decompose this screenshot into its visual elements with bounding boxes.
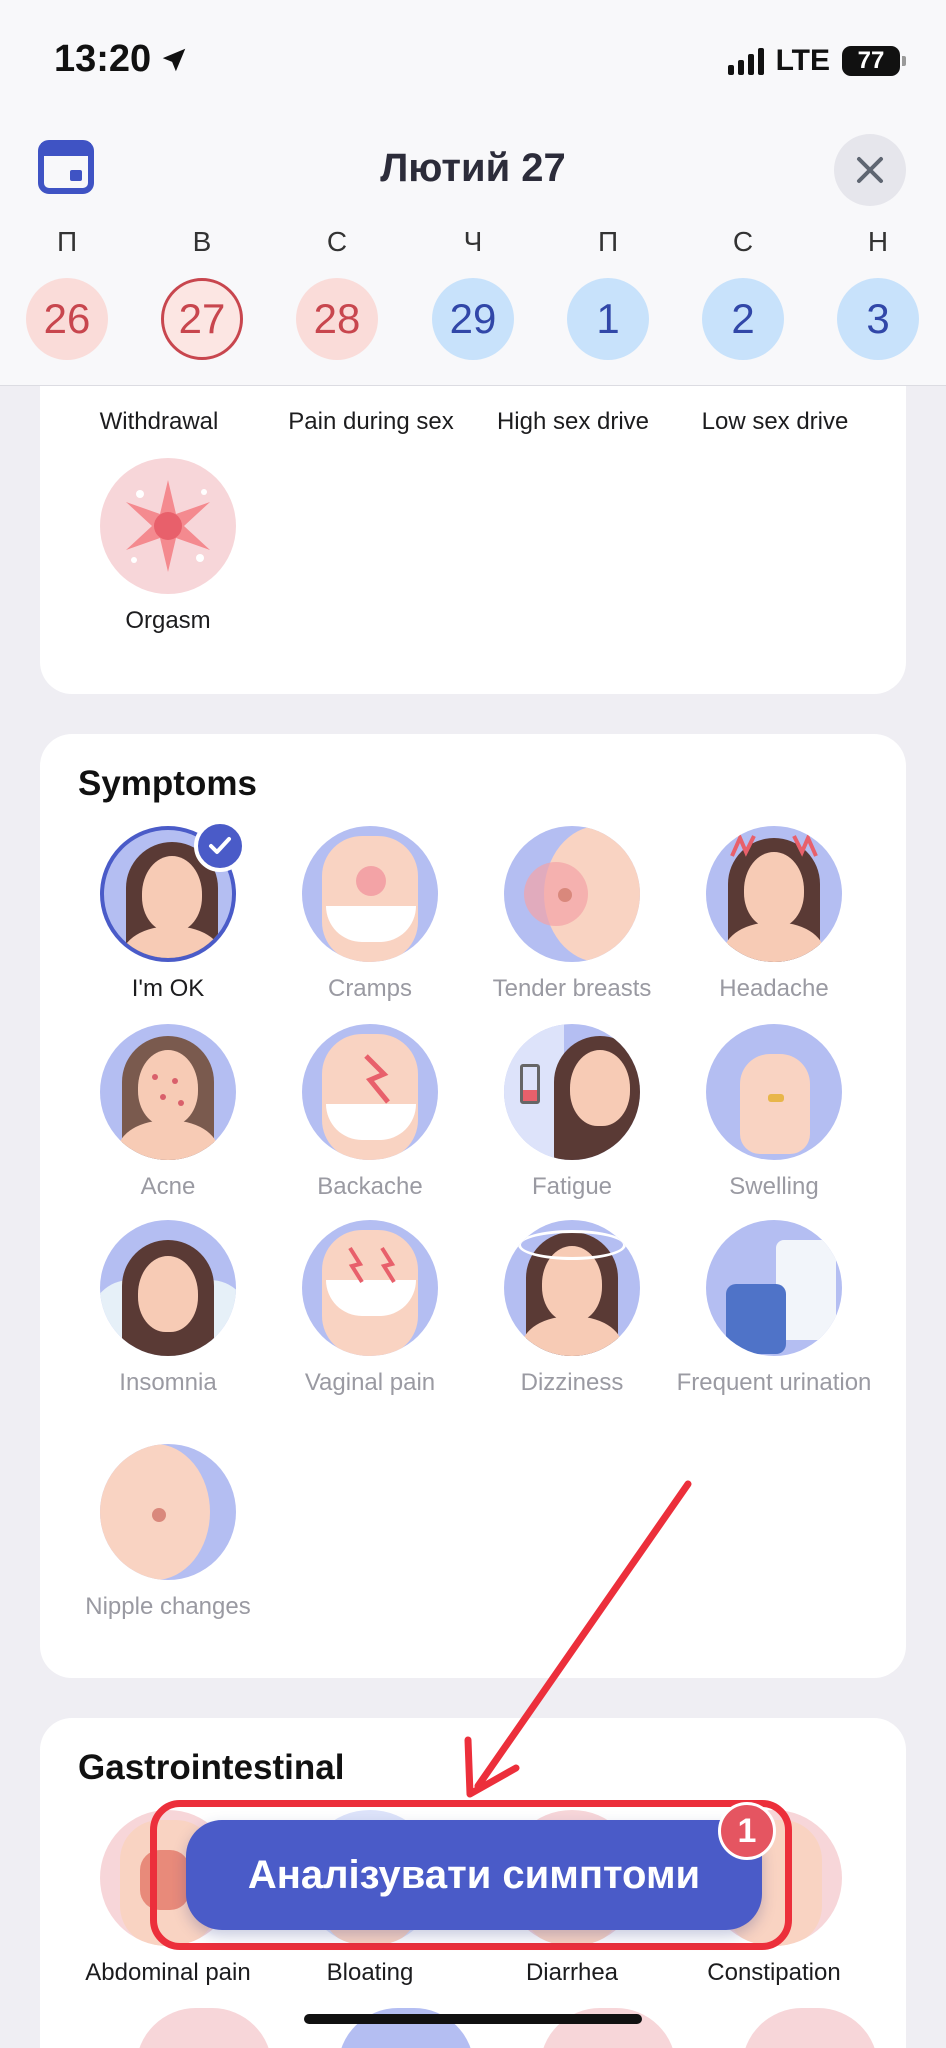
symptom-label: Frequent urination [676,1369,872,1396]
day-29[interactable]: Ч 29 [428,226,518,360]
close-icon [857,157,883,183]
battery-level: 77 [857,47,885,74]
weekday-label: С [326,226,348,257]
status-bar: 13:20 LTE 77 [0,0,946,120]
gastro-title: Gastrointestinal [78,1748,345,1787]
headache-icon [706,826,842,962]
symptom-label: Headache [719,975,829,1002]
vaginal-pain-icon [302,1220,438,1356]
day-27[interactable]: В 27 [157,226,247,360]
day-3[interactable]: Н 3 [833,226,923,360]
symptom-nipple-changes[interactable]: Nipple changes [68,1444,268,1621]
symptom-vaginal-pain[interactable]: Vaginal pain [270,1220,470,1397]
symptom-tender-breasts[interactable]: Tender breasts [472,826,672,1003]
backache-icon [302,1024,438,1160]
symptoms-card: Symptoms I'm OK Cramps Tender breasts He… [40,734,906,1678]
option-label: Orgasm [125,607,211,634]
day-1[interactable]: П 1 [563,226,653,360]
gastro-label: Diarrhea [525,1959,619,1986]
symptom-label: Fatigue [531,1173,613,1200]
symptom-label: I'm OK [131,975,205,1002]
day-number-selected: 27 [161,278,243,360]
swelling-hand-icon [706,1024,842,1160]
weekday-label: П [56,226,78,257]
option-pain-during-sex[interactable]: Pain during sex [266,408,476,436]
nipple-icon [100,1444,236,1580]
dizziness-icon [504,1220,640,1356]
symptom-insomnia[interactable]: Insomnia [68,1220,268,1397]
option-withdrawal[interactable]: Withdrawal [54,408,264,436]
toilet-icon [706,1220,842,1356]
symptom-headache[interactable]: Headache [674,826,874,1003]
clock-text: 13:20 [54,38,152,80]
symptom-label: Tender breasts [492,975,652,1002]
home-indicator[interactable] [304,2014,642,2024]
signal-icon [727,47,764,75]
symptom-label: Insomnia [119,1369,217,1396]
option-high-sex-drive[interactable]: High sex drive [468,408,678,436]
symptom-frequent-urination[interactable]: Frequent urination [674,1220,874,1397]
gastro-label: Constipation [707,1959,841,1986]
day-2[interactable]: С 2 [698,226,788,360]
symptom-fatigue[interactable]: Fatigue [472,1024,672,1201]
day-26[interactable]: П 26 [22,226,112,360]
location-arrow-icon [162,48,186,71]
close-button[interactable] [834,134,906,206]
cramps-icon [302,826,438,962]
day-number: 1 [567,278,649,360]
checkmark-icon [194,820,246,872]
date-header: Лютий 27 П 26 В 27 С 28 Ч 29 П 1 С 2 Н 3 [0,120,946,386]
day-number: 29 [432,278,514,360]
selection-count-badge: 1 [718,1802,776,1860]
status-time: 13:20 [54,38,189,81]
gastro-label: Abdominal pain [85,1959,251,1986]
day-number: 28 [296,278,378,360]
day-number: 2 [702,278,784,360]
weekday-label: Н [867,226,889,257]
analyze-symptoms-button[interactable]: Аналізувати симптоми [186,1820,762,1930]
battery-icon: 77 [842,46,906,76]
weekday-label: П [597,226,619,257]
day-28[interactable]: С 28 [292,226,382,360]
fatigue-icon [504,1024,640,1160]
acne-icon [100,1024,236,1160]
symptom-label: Dizziness [520,1369,624,1396]
symptom-swelling[interactable]: Swelling [674,1024,874,1201]
weekday-label: В [192,226,212,257]
symptoms-title: Symptoms [78,764,257,803]
gastro-label: Bloating [326,1959,414,1986]
gastro-next-row-icon [136,2008,272,2048]
option-orgasm[interactable]: Orgasm [68,458,268,635]
symptom-label: Acne [140,1173,196,1200]
symptom-cramps[interactable]: Cramps [270,826,470,1003]
symptom-label: Cramps [327,975,412,1002]
orgasm-icon [100,458,236,594]
page-title: Лютий 27 [380,146,566,190]
network-type: LTE [775,44,830,77]
weekday-label: С [732,226,754,257]
symptom-im-ok[interactable]: I'm OK [68,820,268,1003]
day-number: 26 [26,278,108,360]
symptom-acne[interactable]: Acne [68,1024,268,1201]
symptom-backache[interactable]: Backache [270,1024,470,1201]
symptom-label: Backache [317,1173,423,1200]
day-number: 3 [837,278,919,360]
weekday-label: Ч [463,226,483,257]
symptom-label: Nipple changes [85,1593,251,1620]
symptom-label: Swelling [729,1173,819,1200]
breast-icon [504,826,640,962]
option-low-sex-drive[interactable]: Low sex drive [670,408,880,436]
symptom-dizziness[interactable]: Dizziness [472,1220,672,1397]
status-indicators: LTE 77 [727,44,906,78]
gastro-next-row-icon [742,2008,878,2048]
insomnia-icon [100,1220,236,1356]
symptom-label: Vaginal pain [304,1369,436,1396]
